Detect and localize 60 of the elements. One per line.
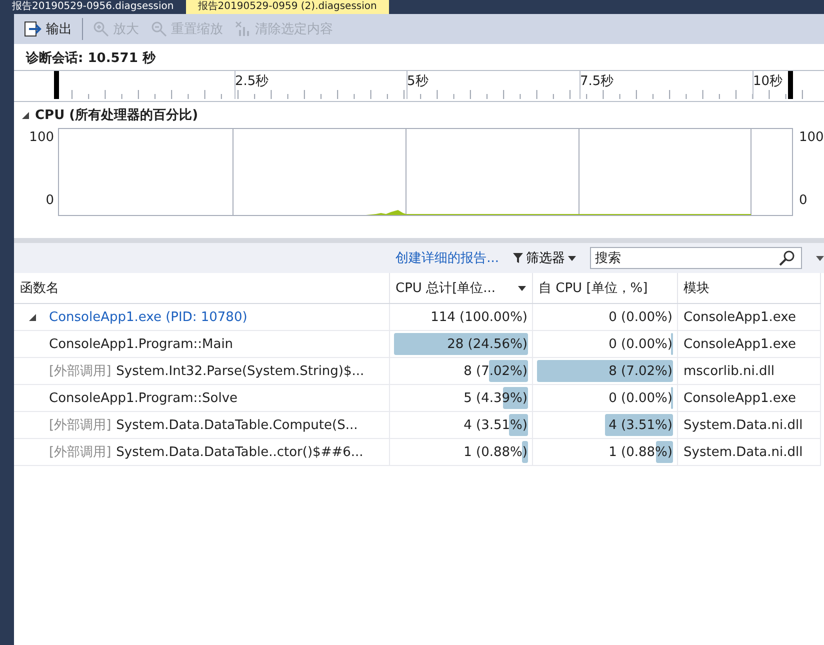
section-title: CPU (所有处理器的百分比) [35, 107, 198, 124]
time-label: 2.5秒 [235, 73, 269, 90]
filter-dropdown[interactable]: 筛选器 [513, 249, 576, 267]
funnel-icon [513, 253, 523, 263]
axis-label: 100 [799, 130, 821, 145]
table-cell: ConsoleApp1.exe [677, 304, 820, 330]
external-call-label: [外部调用] [49, 444, 112, 461]
document-tab[interactable]: 报告20190529-0956.diagsession [0, 0, 186, 14]
create-report-link[interactable]: 创建详细的报告... [396, 249, 499, 267]
search-icon[interactable] [779, 250, 795, 266]
function-name: System.Data.DataTable.Compute(S... [116, 418, 358, 432]
table-cell: ConsoleApp1.exe [677, 384, 820, 412]
document-tab[interactable]: 报告20190529-0959 (2).diagsession [186, 0, 389, 14]
axis-label: 100 [29, 130, 54, 145]
function-name: ConsoleApp1.Program::Solve [49, 390, 238, 406]
collapse-icon[interactable] [28, 314, 36, 320]
table-cell: 0 (0.00%) [608, 390, 672, 406]
search-field[interactable]: 搜索 [590, 247, 802, 269]
selection-handle[interactable] [788, 71, 793, 99]
table-cell: 28 (24.56%) [447, 336, 528, 352]
column-header[interactable]: 函数名 [14, 273, 389, 304]
table-cell: 4 (3.51%) [464, 418, 528, 432]
sort-icon [518, 286, 526, 290]
table-cell: System.Data.ni.dll [677, 412, 820, 438]
function-name: System.Data.DataTable..ctor()$##6... [116, 444, 364, 460]
time-label: 10秒 [753, 73, 783, 90]
dropdown-arrow-icon[interactable] [816, 256, 824, 260]
axis-label: 0 [46, 193, 54, 208]
table-cell: mscorlib.ni.dll [677, 358, 820, 384]
table-cell: 8 (7.02%) [608, 364, 672, 378]
table-cell: 4 (3.51%) [608, 418, 672, 432]
table-cell: 1 (0.88%) [608, 444, 672, 460]
table-cell: 114 (100.00%) [430, 310, 528, 324]
function-name: ConsoleApp1.Program::Main [49, 336, 234, 352]
column-header[interactable]: CPU 总计[单位... [389, 273, 532, 304]
selection-handle[interactable] [54, 71, 59, 99]
caret-icon [568, 256, 576, 260]
axis-label: 0 [799, 193, 808, 208]
process-name[interactable]: ConsoleApp1.exe (PID: 10780) [49, 310, 248, 324]
zoom-out-icon [151, 21, 167, 37]
external-call-label: [外部调用] [49, 417, 112, 434]
time-label: 5秒 [407, 73, 428, 90]
session-duration: 诊断会话: 10.571 秒 [24, 50, 157, 68]
table-cell: 0 (0.00%) [608, 336, 672, 352]
table-cell: 8 (7.02%) [464, 364, 528, 378]
table-cell: 5 (4.39%) [464, 390, 528, 406]
table-cell: ConsoleApp1.exe [677, 330, 820, 358]
export-icon [24, 21, 42, 37]
external-call-label: [外部调用] [49, 363, 112, 380]
table-cell: 1 (0.88%) [464, 444, 528, 460]
time-label: 7.5秒 [580, 73, 614, 90]
table-cell: System.Data.ni.dll [677, 438, 820, 466]
column-header[interactable]: 模块 [677, 273, 820, 304]
collapse-icon[interactable] [22, 112, 29, 118]
zoom-in-icon [93, 21, 109, 37]
function-name: System.Int32.Parse(System.String)$... [116, 364, 364, 378]
toolbar-button[interactable]: 输出 [20, 18, 76, 40]
table-cell: 0 (0.00%) [608, 310, 672, 324]
clear-bars-icon [235, 21, 251, 37]
column-header[interactable]: 自 CPU [单位，%] [532, 273, 677, 304]
